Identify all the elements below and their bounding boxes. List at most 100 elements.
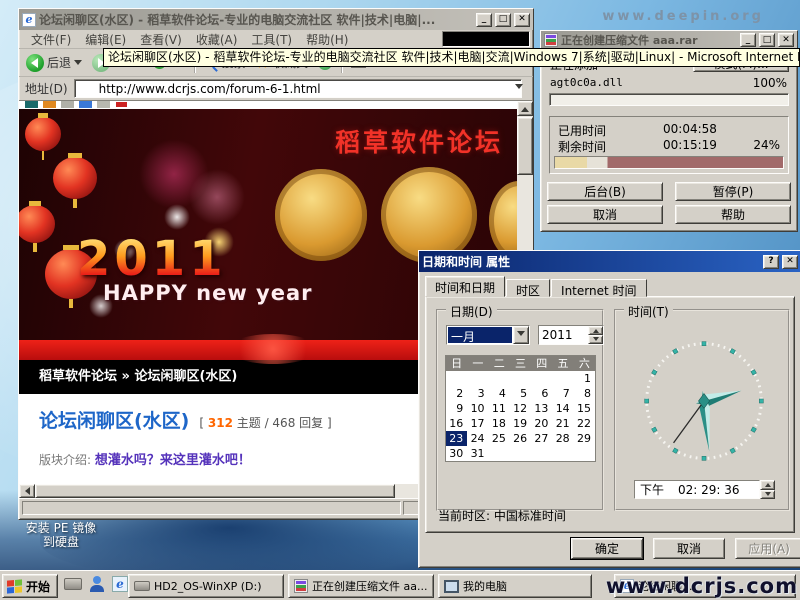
tab-timezone[interactable]: 时区 [506,279,550,297]
calendar-day[interactable]: 8 [574,386,595,401]
menu-help[interactable]: 帮助(H) [300,30,354,49]
close-button[interactable]: ✕ [514,13,530,27]
scroll-up-button[interactable] [517,101,533,116]
ok-button[interactable]: 确定 [571,538,643,559]
task-explorer-drive[interactable]: HD2_OS-WinXP (D:) [128,574,284,598]
scroll-left-button[interactable] [19,484,35,498]
calendar-day[interactable]: 24 [467,431,488,446]
background-button[interactable]: 后台(B) [547,182,663,201]
elapsed-value: 00:04:58 [663,122,717,136]
start-label: 开始 [26,578,50,595]
calendar-day[interactable]: 15 [574,401,595,416]
tab-internet-time[interactable]: Internet 时间 [551,279,646,297]
calendar-day[interactable]: 11 [489,401,510,416]
time-up-icon[interactable] [760,480,775,490]
year-down-icon[interactable] [588,335,603,344]
time-down-icon[interactable] [760,490,775,500]
ampm-value: 下午 [640,481,664,498]
calendar-day[interactable]: 31 [467,446,488,461]
calendar-day[interactable]: 9 [446,401,467,416]
tab-time-and-date[interactable]: 时间和日期 [425,276,505,297]
task-my-computer[interactable]: 我的电脑 [438,574,592,598]
start-button[interactable]: 开始 [2,574,58,598]
time-field[interactable]: 下午 02: 29: 36 [634,480,760,499]
quicklaunch-messenger-icon[interactable] [90,576,104,592]
calendar-day [467,371,488,386]
menu-favorites[interactable]: 收藏(A) [190,30,244,49]
calendar-day[interactable]: 12 [510,401,531,416]
calendar-day[interactable]: 1 [574,371,595,386]
calendar-day[interactable]: 19 [510,416,531,431]
calendar-day[interactable]: 23 [446,431,467,446]
help-button[interactable]: ? [763,255,779,269]
total-percent: 24% [753,138,780,155]
year-up-icon[interactable] [588,326,603,335]
calendar-day[interactable]: 2 [446,386,467,401]
calendar-day[interactable]: 28 [552,431,573,446]
ie-titlebar[interactable]: e 论坛闲聊区(水区) - 稻草软件论坛-专业的电脑交流社区 软件|技术|电脑|… [19,9,533,30]
datetime-dialog: 日期和时间 属性 ? ✕ 时间和日期 时区 Internet 时间 日期(D) … [418,250,800,568]
calendar-day[interactable]: 20 [531,416,552,431]
topics-count: 312 [208,416,233,430]
maximize-button[interactable]: □ [759,33,775,47]
address-dropdown-button[interactable] [510,79,527,98]
calendar-day[interactable]: 29 [574,431,595,446]
calendar-day[interactable]: 6 [531,386,552,401]
calendar-day[interactable]: 16 [446,416,467,431]
horizontal-scroll-thumb[interactable] [35,484,395,498]
calendar[interactable]: 日一二三四五六123456789101112131415161718192021… [445,355,596,462]
menu-view[interactable]: 查看(V) [134,30,188,49]
calendar-day[interactable]: 18 [489,416,510,431]
month-dropdown-arrow-icon[interactable] [513,326,529,344]
address-input[interactable] [74,79,522,98]
calendar-day[interactable]: 25 [489,431,510,446]
time-value: 02: 29: 36 [678,483,740,497]
year-spinner[interactable]: 2011 [538,325,604,345]
task-winrar[interactable]: 正在创建压缩文件 aa... [288,574,434,598]
month-dropdown[interactable]: 一月 [446,325,530,345]
close-button[interactable]: ✕ [782,255,798,269]
calendar-day[interactable]: 7 [552,386,573,401]
cancel-button[interactable]: 取消 [653,538,725,559]
calendar-day[interactable]: 3 [467,386,488,401]
calendar-day[interactable]: 5 [510,386,531,401]
dcrjs-watermark: www.dcrjs.com [606,574,798,598]
calendar-day[interactable]: 30 [446,446,467,461]
maximize-button[interactable]: □ [495,13,511,27]
calendar-day[interactable]: 13 [531,401,552,416]
desktop-icon-pe-image[interactable]: 安装 PE 镜像 到硬盘 [6,521,116,549]
minimize-button[interactable]: _ [476,13,492,27]
calendar-day[interactable]: 21 [552,416,573,431]
quicklaunch-drive-icon[interactable] [64,578,82,590]
close-button[interactable]: ✕ [778,33,794,47]
date-group-label: 日期(D) [446,303,497,320]
forum-section-title[interactable]: 论坛闲聊区(水区) [39,406,189,433]
calendar-day[interactable]: 14 [552,401,573,416]
help-button[interactable]: 帮助 [675,205,791,224]
back-dropdown-icon[interactable] [74,60,82,69]
intro-text[interactable]: 想灌水吗？来这里灌水吧！ [95,453,251,468]
quicklaunch-ie-icon[interactable]: e [112,576,128,592]
calendar-day[interactable]: 27 [531,431,552,446]
ie-window-title: 论坛闲聊区(水区) - 稻草软件论坛-专业的电脑交流社区 软件|技术|电脑|..… [39,11,473,28]
calendar-day[interactable]: 4 [489,386,510,401]
calendar-day[interactable]: 22 [574,416,595,431]
calendar-weekday: 二 [489,356,510,371]
ie-brand-logo [442,31,530,47]
back-button[interactable]: 后退 [23,52,85,74]
datetime-titlebar[interactable]: 日期和时间 属性 ? ✕ [419,251,800,272]
menu-file[interactable]: 文件(F) [25,30,77,49]
desktop-icon-label-line2: 到硬盘 [6,535,116,549]
vertical-scroll-thumb[interactable] [517,117,533,175]
calendar-day [552,371,573,386]
calendar-day[interactable]: 10 [467,401,488,416]
minimize-button[interactable]: _ [740,33,756,47]
winrar-titlebar[interactable]: 正在创建压缩文件 aaa.rar _ □ ✕ [541,31,797,49]
pause-button[interactable]: 暂停(P) [675,182,791,201]
calendar-day[interactable]: 26 [510,431,531,446]
drive-icon [134,581,150,591]
cancel-button[interactable]: 取消 [547,205,663,224]
menu-edit[interactable]: 编辑(E) [79,30,132,49]
menu-tools[interactable]: 工具(T) [245,30,298,49]
calendar-day[interactable]: 17 [467,416,488,431]
